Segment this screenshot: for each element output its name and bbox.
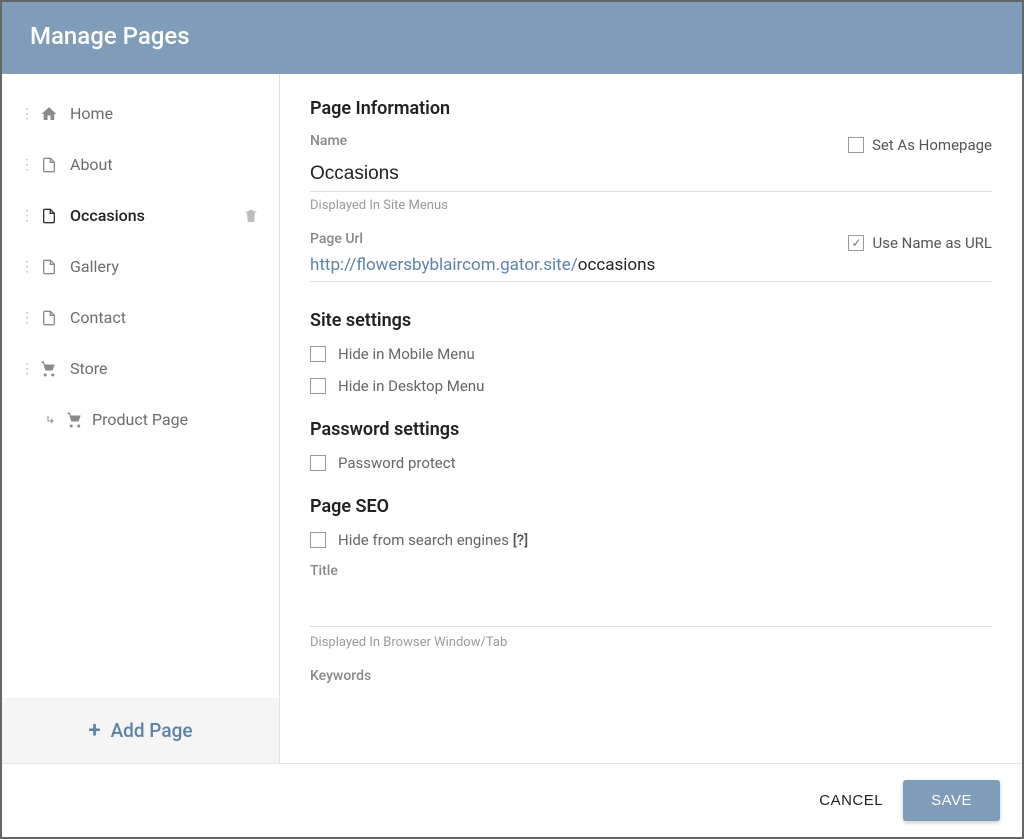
drag-handle-icon[interactable]: ⋮ (20, 107, 28, 121)
sidebar-item-home[interactable]: ⋮ Home (2, 88, 279, 139)
drag-handle-icon[interactable]: ⋮ (20, 158, 28, 172)
sidebar-item-contact[interactable]: ⋮ Contact (2, 292, 279, 343)
checkbox-icon (310, 532, 326, 548)
checkbox-icon (310, 455, 326, 471)
use-name-as-url-checkbox[interactable]: ✓ Use Name as URL (848, 234, 992, 252)
page-seo-heading: Page SEO (310, 496, 992, 517)
password-protect-label: Password protect (338, 454, 456, 472)
name-label: Name (310, 133, 347, 149)
hide-mobile-checkbox[interactable]: Hide in Mobile Menu (310, 345, 992, 363)
sidebar-item-label: Occasions (70, 206, 231, 225)
page-information-heading: Page Information (310, 98, 992, 119)
page-url-slug: occasions (578, 255, 656, 275)
checkbox-icon (848, 137, 864, 153)
sidebar-item-occasions[interactable]: ⋮ Occasions (2, 190, 279, 241)
plus-icon: + (88, 718, 100, 743)
cart-icon (66, 411, 84, 429)
save-button[interactable]: SAVE (903, 780, 1000, 821)
sidebar-item-label: Home (70, 104, 261, 123)
add-page-label: Add Page (111, 719, 193, 742)
page-icon (40, 258, 58, 276)
displayed-in-tab-hint: Displayed In Browser Window/Tab (310, 635, 992, 650)
use-name-as-url-label: Use Name as URL (872, 234, 992, 252)
checkbox-icon: ✓ (848, 235, 864, 251)
dialog-title: Manage Pages (30, 22, 190, 50)
drag-handle-icon[interactable]: ⋮ (20, 362, 28, 376)
hide-from-search-label: Hide from search engines [?] (338, 531, 528, 549)
add-page-button[interactable]: + Add Page (2, 698, 279, 763)
dialog-body: ⋮ Home ⋮ About ⋮ Occasions (2, 74, 1022, 763)
drag-handle-icon[interactable]: ⋮ (20, 260, 28, 274)
page-icon (40, 309, 58, 327)
sidebar-item-label: About (70, 155, 261, 174)
sidebar-item-product-page[interactable]: Product Page (2, 394, 279, 445)
trash-icon[interactable] (243, 207, 261, 225)
hide-desktop-label: Hide in Desktop Menu (338, 377, 484, 395)
hide-from-search-checkbox[interactable]: Hide from search engines [?] (310, 531, 992, 549)
site-settings-heading: Site settings (310, 310, 992, 331)
drag-handle-icon[interactable]: ⋮ (20, 209, 28, 223)
hide-desktop-checkbox[interactable]: Hide in Desktop Menu (310, 377, 992, 395)
page-url-base: http://flowersbyblaircom.gator.site/ (310, 255, 578, 275)
page-icon (40, 156, 58, 174)
main-panel: Page Information Name Set As Homepage Di… (280, 74, 1022, 763)
page-url-label: Page Url (310, 231, 363, 247)
drag-handle-icon[interactable]: ⋮ (20, 311, 28, 325)
password-protect-checkbox[interactable]: Password protect (310, 454, 992, 472)
help-icon[interactable]: [?] (513, 531, 528, 549)
sidebar-item-label: Product Page (92, 410, 261, 429)
hide-mobile-label: Hide in Mobile Menu (338, 345, 475, 363)
cart-icon (40, 360, 58, 378)
home-icon (40, 105, 58, 123)
sidebar-item-label: Store (70, 359, 261, 378)
set-as-homepage-checkbox[interactable]: Set As Homepage (848, 136, 992, 154)
sidebar-item-label: Contact (70, 308, 261, 327)
keywords-label: Keywords (310, 668, 992, 684)
page-icon (40, 207, 58, 225)
sidebar-item-label: Gallery (70, 257, 261, 276)
dialog-header: Manage Pages (2, 2, 1022, 74)
cancel-button[interactable]: CANCEL (819, 792, 883, 809)
sidebar-list: ⋮ Home ⋮ About ⋮ Occasions (2, 74, 279, 698)
sidebar-item-gallery[interactable]: ⋮ Gallery (2, 241, 279, 292)
sidebar-item-about[interactable]: ⋮ About (2, 139, 279, 190)
dialog-footer: CANCEL SAVE (2, 763, 1022, 837)
child-arrow-icon (46, 414, 58, 426)
page-url-field[interactable]: http://flowersbyblaircom.gator.site/occa… (310, 255, 992, 282)
page-name-input[interactable] (310, 157, 992, 192)
checkbox-icon (310, 378, 326, 394)
seo-title-input[interactable] (310, 587, 992, 627)
set-as-homepage-label: Set As Homepage (872, 136, 992, 154)
sidebar: ⋮ Home ⋮ About ⋮ Occasions (2, 74, 280, 763)
displayed-in-menus-hint: Displayed In Site Menus (310, 198, 992, 213)
checkbox-icon (310, 346, 326, 362)
seo-title-label: Title (310, 563, 992, 579)
sidebar-item-store[interactable]: ⋮ Store (2, 343, 279, 394)
password-settings-heading: Password settings (310, 419, 992, 440)
